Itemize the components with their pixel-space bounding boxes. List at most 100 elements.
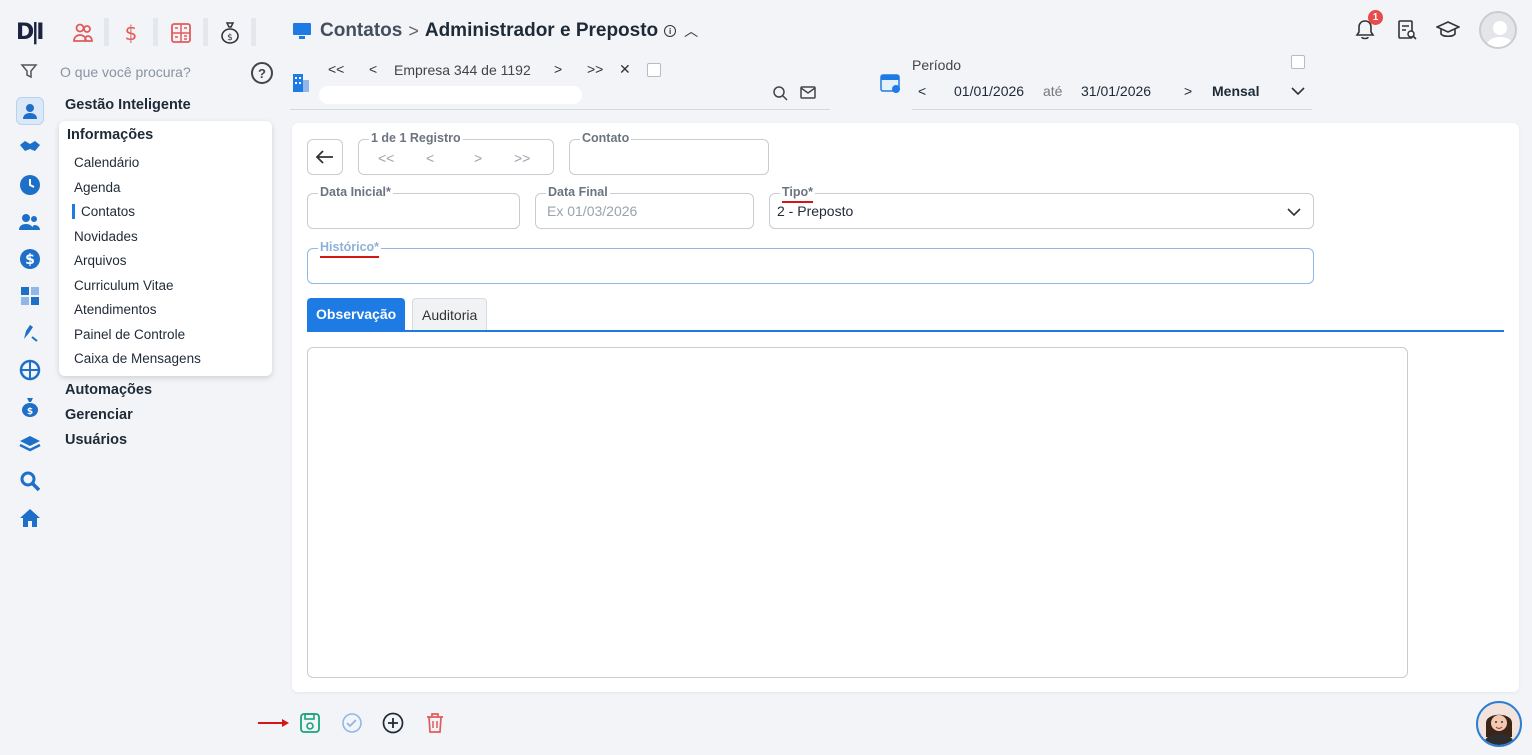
arrow-pointer-icon	[258, 719, 289, 727]
trash-icon	[427, 713, 443, 733]
graduation-cap-icon[interactable]	[1436, 18, 1460, 42]
menu-item-caixa-mensagens[interactable]: Caixa de Mensagens	[74, 351, 201, 366]
plus-circle-icon	[382, 712, 404, 734]
people-quick-icon[interactable]	[68, 18, 98, 48]
chevron-up-icon[interactable]: ︿	[684, 21, 698, 41]
tab-observacao[interactable]: Observação	[307, 298, 406, 330]
company-clear-button[interactable]: ✕	[619, 61, 631, 78]
menu-item-calendario[interactable]: Calendário	[74, 155, 139, 170]
left-rail: D|I $ $	[0, 0, 60, 755]
svg-text:$: $	[125, 21, 138, 45]
menu-item-curriculum[interactable]: Curriculum Vitae	[74, 278, 174, 293]
menu-item-atendimentos[interactable]: Atendimentos	[74, 302, 157, 317]
money-bag-quick-icon[interactable]: $	[215, 18, 245, 48]
data-final-legend: Data Final	[546, 185, 610, 199]
company-checkbox[interactable]	[647, 63, 661, 77]
search-input[interactable]: O que você procura?	[60, 64, 191, 80]
menu-gerenciar[interactable]: Gerenciar	[65, 407, 133, 423]
menu-item-painel[interactable]: Painel de Controle	[74, 327, 185, 342]
menu-usuarios[interactable]: Usuários	[65, 432, 127, 448]
company-input[interactable]	[319, 86, 582, 104]
contato-legend: Contato	[580, 131, 632, 145]
historico-field[interactable]: Histórico*	[307, 240, 1314, 284]
company-counter: Empresa 344 de 1192	[394, 62, 531, 78]
company-prev-button[interactable]: <	[369, 61, 377, 77]
app-logo: D|I	[16, 20, 44, 45]
monitor-icon	[293, 23, 311, 39]
record-next-button[interactable]: >	[474, 150, 482, 166]
svg-text:$: $	[27, 407, 33, 417]
period-checkbox[interactable]	[1291, 55, 1305, 69]
menu-gestao-inteligente[interactable]: Gestão Inteligente	[65, 97, 191, 113]
tipo-value: 2 - Preposto	[777, 203, 854, 219]
dollar-quick-icon[interactable]: $	[116, 18, 146, 48]
menu-automacoes[interactable]: Automações	[65, 382, 152, 398]
calendar-icon	[880, 74, 900, 93]
data-inicial-field[interactable]: Data Inicial*	[307, 185, 520, 229]
add-button[interactable]	[380, 710, 406, 736]
arrow-left-icon	[316, 150, 333, 164]
assistant-avatar[interactable]	[1476, 701, 1522, 747]
period-mode-select[interactable]: Mensal	[1212, 83, 1259, 99]
data-final-field[interactable]: Data Final Ex 01/03/2026	[535, 185, 754, 229]
period-prev-button[interactable]: <	[918, 83, 926, 99]
help-icon[interactable]: ?	[251, 62, 273, 84]
period-until-label: até	[1043, 83, 1063, 99]
tipo-select[interactable]: Tipo* 2 - Preposto	[769, 185, 1314, 229]
submenu-informacoes: Informações Calendário Agenda Contatos N…	[59, 121, 272, 376]
user-avatar[interactable]	[1479, 11, 1517, 49]
users-icon[interactable]	[16, 208, 44, 236]
filter-icon[interactable]	[20, 62, 40, 82]
layers-icon[interactable]	[16, 430, 44, 458]
record-last-button[interactable]: >>	[514, 150, 530, 166]
info-icon[interactable]: i	[664, 25, 677, 37]
confirm-button[interactable]	[339, 710, 365, 736]
breadcrumb-root[interactable]: Contatos	[320, 20, 402, 42]
back-button[interactable]	[307, 139, 343, 175]
delete-button[interactable]	[422, 710, 448, 736]
menu-item-novidades[interactable]: Novidades	[74, 229, 138, 244]
period-end-date[interactable]: 31/01/2026	[1081, 83, 1151, 99]
pen-icon[interactable]	[16, 319, 44, 347]
home-icon[interactable]	[16, 504, 44, 532]
observacao-textarea[interactable]	[307, 347, 1408, 678]
calculator-quick-icon[interactable]	[166, 18, 196, 48]
submenu-title[interactable]: Informações	[67, 127, 153, 143]
company-next-button[interactable]: >	[554, 61, 562, 77]
period-start-date[interactable]: 01/01/2026	[954, 83, 1024, 99]
magnifier-icon[interactable]	[16, 467, 44, 495]
mail-icon[interactable]	[800, 86, 816, 100]
rail-contacts-icon[interactable]	[16, 97, 44, 125]
quick-separator	[104, 18, 109, 46]
record-legend: 1 de 1 Registro	[369, 131, 463, 145]
chevron-down-icon[interactable]	[1291, 86, 1305, 96]
globe-icon[interactable]	[16, 356, 44, 384]
menu-item-agenda[interactable]: Agenda	[74, 180, 121, 195]
tab-bar: Observação Auditoria	[307, 298, 1504, 332]
record-first-button[interactable]: <<	[378, 150, 394, 166]
period-next-button[interactable]: >	[1184, 83, 1192, 99]
period-selector: < 01/01/2026 até 31/01/2026 > Mensal	[912, 78, 1312, 110]
data-final-placeholder: Ex 01/03/2026	[547, 203, 638, 219]
save-button[interactable]	[297, 710, 323, 736]
company-navigator: << < Empresa 344 de 1192 > >> ✕	[290, 58, 830, 110]
notification-badge: 1	[1368, 10, 1383, 25]
building-icon	[293, 74, 309, 92]
handshake-icon[interactable]	[16, 133, 44, 161]
search-icon[interactable]	[772, 85, 788, 101]
quick-separator	[203, 18, 208, 46]
clock-icon[interactable]	[16, 171, 44, 199]
dollar-icon[interactable]: $	[16, 245, 44, 273]
menu-item-contatos[interactable]: Contatos	[72, 204, 135, 219]
contato-field[interactable]: Contato	[569, 131, 769, 175]
money-bag-icon[interactable]: $	[16, 393, 44, 421]
document-search-icon[interactable]	[1395, 18, 1419, 42]
company-last-button[interactable]: >>	[587, 61, 603, 77]
company-first-button[interactable]: <<	[328, 61, 344, 77]
tab-auditoria[interactable]: Auditoria	[412, 298, 488, 330]
period-label: Período	[912, 57, 962, 73]
chevron-down-icon[interactable]	[1287, 207, 1301, 217]
calculator-icon[interactable]	[16, 282, 44, 310]
record-prev-button[interactable]: <	[426, 150, 434, 166]
menu-item-arquivos[interactable]: Arquivos	[74, 253, 127, 268]
